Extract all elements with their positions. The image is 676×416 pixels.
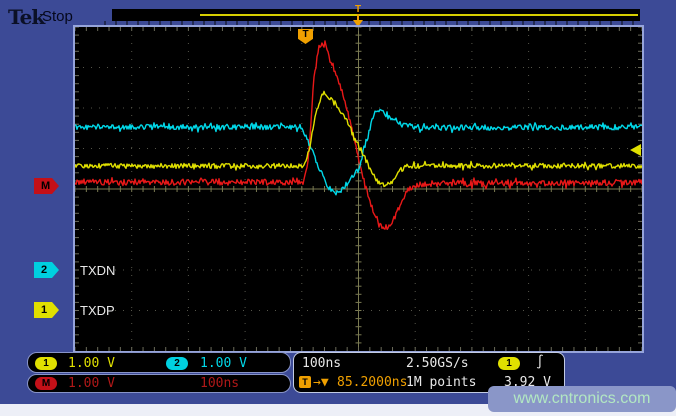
channel1-marker: 1 xyxy=(34,302,59,318)
trigger-delay-arrows-icon: →▼ xyxy=(313,375,329,390)
trigger-position-arrow-icon: T xyxy=(351,5,365,27)
math-badge: M xyxy=(35,377,57,390)
trigger-level-arrow-icon xyxy=(630,144,641,156)
graticule-display: T xyxy=(75,27,642,351)
trigger-arrow-head xyxy=(353,20,363,27)
sample-rate-readout: 2.50GS/s xyxy=(406,356,469,371)
vertical-readout-box: 1 1.00 V 2 1.00 V xyxy=(27,352,291,373)
oscilloscope-screen: Tek Stop T T M 2 1 TXDN TXDP 1 1.00 V 2 … xyxy=(0,0,676,416)
trigger-source-badge: 1 xyxy=(498,357,520,370)
ch1-scale-readout: 1.00 V xyxy=(68,356,115,371)
watermark: www.cntronics.com xyxy=(488,386,676,412)
acquisition-status: Stop xyxy=(42,8,73,25)
record-view-ruler xyxy=(95,21,642,26)
waveform-canvas xyxy=(75,27,642,351)
trigger-badge-icon: T xyxy=(299,376,311,388)
channel2-label: TXDN xyxy=(80,263,115,278)
ch1-badge: 1 xyxy=(35,357,57,370)
channel1-label: TXDP xyxy=(80,303,115,318)
tek-logo: Tek xyxy=(8,5,44,29)
ch2-badge: 2 xyxy=(166,357,188,370)
math-timebase-readout: 100ns xyxy=(200,376,239,391)
record-view-bar xyxy=(112,9,640,21)
math-readout-box: M 1.00 V 100ns xyxy=(27,374,291,393)
timebase-readout: 100ns xyxy=(302,356,341,371)
rising-edge-icon: ∫ xyxy=(536,355,544,370)
record-view-waveform-line xyxy=(200,14,638,16)
trigger-delay-readout: 85.2000ns xyxy=(337,375,407,390)
ch2-scale-readout: 1.00 V xyxy=(200,356,247,371)
channel2-marker: 2 xyxy=(34,262,59,278)
math-channel-marker: M xyxy=(34,178,59,194)
record-length-readout: 1M points xyxy=(406,375,476,390)
math-scale-readout: 1.00 V xyxy=(68,376,115,391)
